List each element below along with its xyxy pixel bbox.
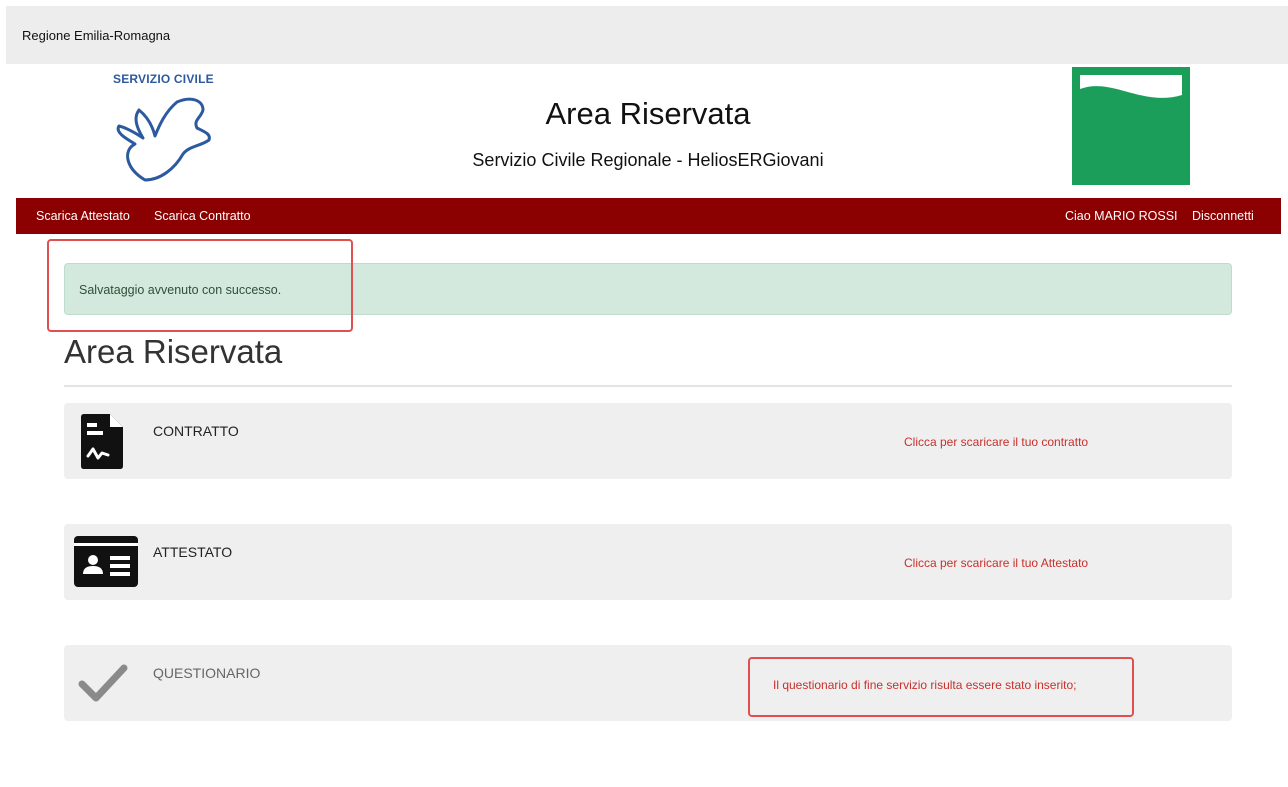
page-title: Area Riservata bbox=[64, 333, 283, 370]
card-title: ATTESTATO bbox=[153, 544, 233, 560]
id-card-icon bbox=[74, 536, 138, 587]
header: SERVIZIO CIVILE Area Riservata Servizio … bbox=[0, 64, 1288, 198]
document-icon bbox=[81, 414, 123, 469]
dove-icon bbox=[116, 97, 211, 182]
region-name: Regione Emilia-Romagna bbox=[22, 28, 171, 43]
user-greeting[interactable]: Ciao MARIO ROSSI bbox=[1065, 209, 1178, 223]
header-title: Area Riservata bbox=[545, 96, 751, 131]
nav-scarica-contratto[interactable]: Scarica Contratto bbox=[154, 209, 251, 223]
download-contratto-link[interactable]: Clicca per scaricare il tuo contratto bbox=[904, 435, 1088, 449]
title-divider bbox=[64, 385, 1232, 387]
regione-emilia-romagna-logo bbox=[1072, 67, 1190, 185]
logo-label: SERVIZIO CIVILE bbox=[113, 72, 214, 86]
nav-scarica-attestato[interactable]: Scarica Attestato bbox=[36, 209, 130, 223]
servizio-civile-logo: SERVIZIO CIVILE bbox=[105, 72, 235, 190]
card-attestato[interactable]: ATTESTATO Clicca per scaricare il tuo At… bbox=[64, 524, 1232, 600]
top-bar: Regione Emilia-Romagna bbox=[6, 6, 1288, 64]
card-contratto[interactable]: CONTRATTO Clicca per scaricare il tuo co… bbox=[64, 403, 1232, 479]
highlight-box-questionario bbox=[748, 657, 1134, 717]
logout-link[interactable]: Disconnetti bbox=[1192, 209, 1254, 223]
header-subtitle: Servizio Civile Regionale - HeliosERGiov… bbox=[472, 150, 824, 170]
navbar: Scarica Attestato Scarica Contratto Ciao… bbox=[16, 198, 1281, 234]
checkmark-icon bbox=[78, 664, 128, 702]
card-title: QUESTIONARIO bbox=[153, 665, 261, 681]
card-title: CONTRATTO bbox=[153, 423, 239, 439]
download-attestato-link[interactable]: Clicca per scaricare il tuo Attestato bbox=[904, 556, 1088, 570]
highlight-box-alert bbox=[47, 239, 353, 332]
